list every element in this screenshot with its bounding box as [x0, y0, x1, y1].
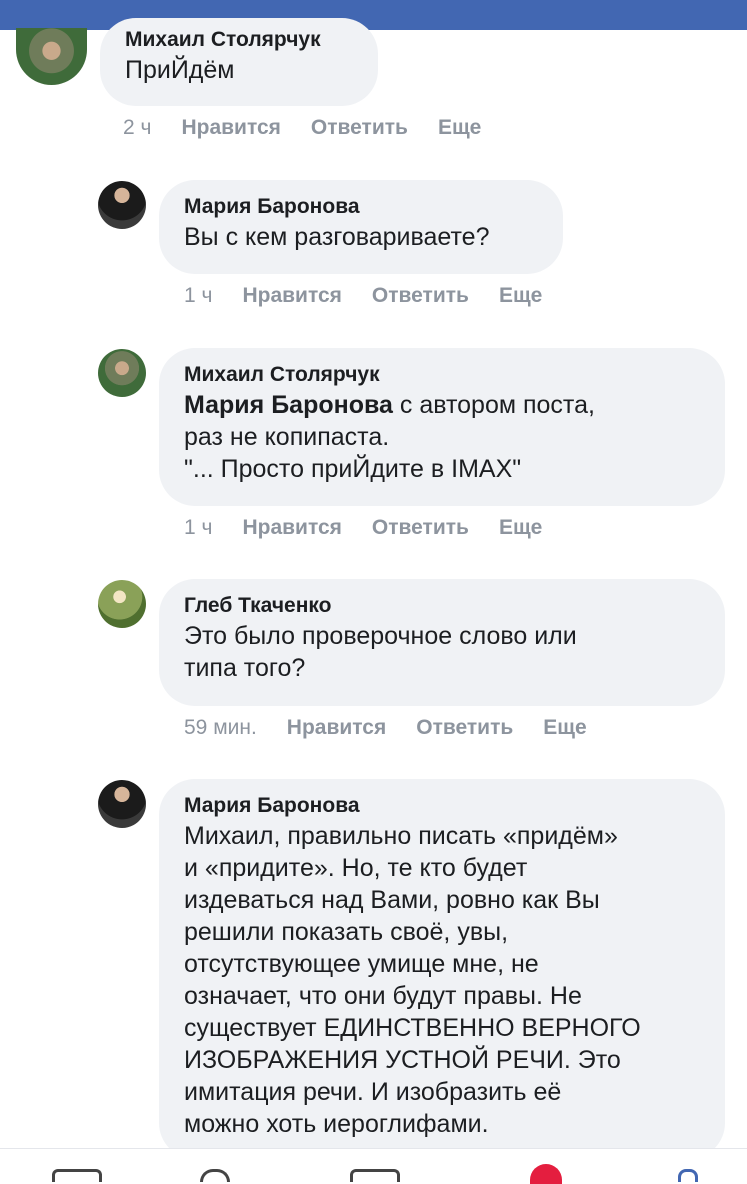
like-button[interactable]: Нравится	[242, 516, 341, 539]
like-button[interactable]: Нравится	[287, 716, 386, 739]
video-tab-icon[interactable]	[350, 1169, 400, 1182]
comment-text: ПриЙдём	[125, 56, 235, 84]
comment-time[interactable]: 1 ч	[184, 284, 212, 307]
comment-author[interactable]: Глеб Ткаченко	[184, 592, 700, 620]
avatar[interactable]	[16, 28, 87, 85]
like-button[interactable]: Нравится	[181, 116, 280, 139]
more-button[interactable]: Еще	[499, 516, 542, 539]
comment-author[interactable]: Михаил Столярчук	[125, 26, 353, 54]
bottom-tab-bar	[0, 1148, 747, 1184]
avatar[interactable]	[98, 580, 146, 628]
comment-actions: 2 ч Нравится Ответить Еще	[123, 116, 511, 140]
comment-bubble: Михаил Столярчук ПриЙдём	[100, 18, 378, 106]
comment-author[interactable]: Мария Баронова	[184, 792, 700, 820]
reply-button[interactable]: Ответить	[372, 516, 469, 539]
search-tab-icon[interactable]	[200, 1169, 230, 1182]
mention-link[interactable]: Мария Баронова	[184, 391, 393, 419]
menu-tab-icon[interactable]	[678, 1169, 698, 1182]
comment-text: Михаил, правильно писать «придём» и «при…	[184, 822, 641, 1138]
more-button[interactable]: Еще	[438, 116, 481, 139]
like-button[interactable]: Нравится	[242, 284, 341, 307]
comment-text: Вы с кем разговариваете?	[184, 223, 490, 251]
comment-actions: 1 ч Нравится Ответить Еще	[184, 284, 572, 308]
comment-text: Это было проверочное слово или типа того…	[184, 622, 577, 682]
comment-text: Мария Баронова с автором поста, раз не к…	[184, 389, 700, 485]
home-tab-icon[interactable]	[52, 1169, 102, 1182]
comment-bubble: Михаил Столярчук Мария Баронова с авторо…	[159, 348, 725, 506]
avatar[interactable]	[98, 181, 146, 229]
comment-actions: 59 мин. Нравится Ответить Еще	[184, 716, 617, 740]
comment-time[interactable]: 2 ч	[123, 116, 151, 139]
comment-time[interactable]: 1 ч	[184, 516, 212, 539]
comment-actions: 1 ч Нравится Ответить Еще	[184, 516, 572, 540]
comment-bubble: Мария Баронова Вы с кем разговариваете?	[159, 180, 563, 274]
comment-bubble: Глеб Ткаченко Это было проверочное слово…	[159, 579, 725, 706]
reply-button[interactable]: Ответить	[416, 716, 513, 739]
comment-author[interactable]: Мария Баронова	[184, 193, 538, 221]
more-button[interactable]: Еще	[543, 716, 586, 739]
notifications-tab-icon[interactable]	[530, 1164, 562, 1184]
comment-bubble: Мария Баронова Михаил, правильно писать …	[159, 779, 725, 1159]
comment-time[interactable]: 59 мин.	[184, 716, 257, 739]
more-button[interactable]: Еще	[499, 284, 542, 307]
reply-button[interactable]: Ответить	[372, 284, 469, 307]
reply-button[interactable]: Ответить	[311, 116, 408, 139]
avatar[interactable]	[98, 780, 146, 828]
avatar[interactable]	[98, 349, 146, 397]
comment-author[interactable]: Михаил Столярчук	[184, 361, 700, 389]
